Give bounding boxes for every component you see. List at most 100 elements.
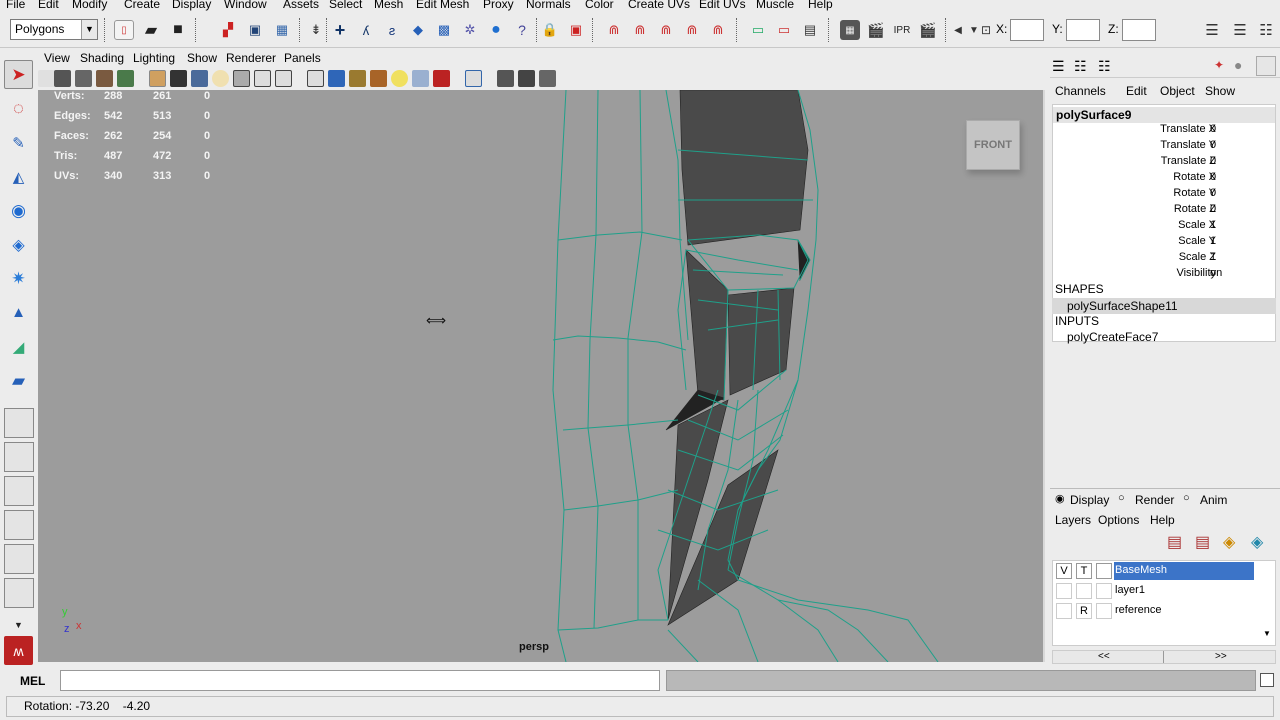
- attribute-editor-icon[interactable]: ☰: [1202, 20, 1222, 40]
- selection-mask-icon[interactable]: ⇟: [306, 20, 326, 40]
- command-language-label[interactable]: MEL: [20, 674, 45, 688]
- input-node[interactable]: polyCreateFace7: [1067, 330, 1158, 344]
- menu-assets[interactable]: Assets: [283, 0, 319, 11]
- layout-menu-icon[interactable]: ▼: [4, 610, 33, 639]
- layout-single-icon[interactable]: [4, 408, 34, 438]
- safe-action-icon[interactable]: [254, 70, 271, 87]
- menu-modify[interactable]: Modify: [72, 0, 107, 11]
- snap-point-icon[interactable]: ⋒: [656, 20, 676, 40]
- perspective-viewport[interactable]: Verts: 288 261 0 Edges: 542 513 0 Faces:…: [38, 90, 1045, 662]
- two-sided-lighting-icon[interactable]: [539, 70, 556, 87]
- layer-color-swatch[interactable]: [1096, 583, 1112, 599]
- new-scene-icon[interactable]: ▯: [114, 20, 134, 40]
- film-gate-icon[interactable]: [170, 70, 187, 87]
- anim-radio-icon[interactable]: ○: [1183, 492, 1190, 504]
- panel-menu-renderer[interactable]: Renderer: [226, 51, 276, 65]
- menu-normals[interactable]: Normals: [526, 0, 571, 11]
- grid-icon[interactable]: [149, 70, 166, 87]
- move-layer-down-icon[interactable]: ▤: [1195, 532, 1210, 552]
- shading-ball-icon[interactable]: ●: [1234, 57, 1242, 73]
- menu-color[interactable]: Color: [585, 0, 614, 11]
- attribute-value[interactable]: 0: [1210, 155, 1216, 167]
- menu-display[interactable]: Display: [172, 0, 211, 11]
- bookmarks-icon[interactable]: [96, 70, 113, 87]
- attribute-value[interactable]: 1: [1210, 251, 1216, 263]
- z-field[interactable]: [1122, 19, 1156, 41]
- view-cube[interactable]: FRONT: [966, 120, 1020, 170]
- new-empty-layer-icon[interactable]: ◈: [1223, 532, 1235, 552]
- select-camera-icon[interactable]: [54, 70, 71, 87]
- menu-edit-uvs[interactable]: Edit UVs: [699, 0, 746, 11]
- attribute-spread-icon[interactable]: ☷: [1098, 58, 1111, 75]
- universal-manipulator-icon[interactable]: ✷: [4, 264, 33, 293]
- panel-menu-show[interactable]: Show: [187, 51, 217, 65]
- resolution-gate-icon[interactable]: [191, 70, 208, 87]
- show-manipulator-icon[interactable]: ◢: [4, 332, 33, 361]
- select-object-icon[interactable]: ▣: [245, 20, 265, 40]
- curve-mask-icon[interactable]: ƨ: [382, 20, 402, 40]
- input-output-icon[interactable]: ▭: [748, 20, 768, 40]
- new-layer-selected-icon[interactable]: ◈: [1251, 532, 1263, 552]
- scroll-left-button[interactable]: <<: [1098, 651, 1110, 662]
- scroll-right-button[interactable]: >>: [1215, 651, 1227, 662]
- layer-color-swatch[interactable]: [1096, 563, 1112, 579]
- display-radio-icon[interactable]: ◉: [1055, 492, 1065, 505]
- move-tool-icon[interactable]: ◭: [4, 162, 33, 191]
- ipr-icon[interactable]: IPR: [892, 20, 912, 40]
- attribute-value[interactable]: 0: [1210, 171, 1216, 183]
- render-current-frame-icon[interactable]: ▦: [840, 20, 860, 40]
- transform-icon[interactable]: ⊡: [976, 20, 996, 40]
- menu-edit[interactable]: Edit: [38, 0, 59, 11]
- image-plane-icon[interactable]: [117, 70, 134, 87]
- scale-tool-icon[interactable]: ◈: [4, 230, 33, 259]
- panel-menu-panels[interactable]: Panels: [284, 51, 321, 65]
- menu-help[interactable]: Help: [808, 0, 833, 11]
- channel-menu-edit[interactable]: Edit: [1126, 84, 1147, 98]
- render-layer-icon[interactable]: ✦: [1214, 58, 1224, 72]
- camera-attributes-icon[interactable]: [75, 70, 92, 87]
- render-view-icon[interactable]: ▤: [800, 20, 820, 40]
- wireframe-on-shaded-icon[interactable]: [349, 70, 366, 87]
- smooth-shade-icon[interactable]: [328, 70, 345, 87]
- misc-mask-icon[interactable]: ?: [512, 20, 532, 40]
- layer-row-basemesh[interactable]: V T BaseMesh: [1053, 561, 1275, 581]
- layout-hypershade-icon[interactable]: [4, 544, 34, 574]
- safe-title-icon[interactable]: [275, 70, 292, 87]
- display-type-toggle[interactable]: R: [1076, 603, 1092, 619]
- attribute-value[interactable]: 0: [1210, 139, 1216, 151]
- attribute-value[interactable]: on: [1210, 267, 1222, 279]
- snap-live-surface-icon[interactable]: ⋒: [708, 20, 728, 40]
- deformer-mask-icon[interactable]: ✲: [460, 20, 480, 40]
- layer-editor-icon[interactable]: ☷: [1074, 58, 1087, 75]
- command-input[interactable]: [60, 670, 660, 691]
- mode-select[interactable]: Polygons ▼: [10, 19, 98, 40]
- render-settings-icon[interactable]: 🎬: [918, 20, 938, 40]
- snap-view-plane-icon[interactable]: ⋒: [682, 20, 702, 40]
- field-chart-icon[interactable]: [233, 70, 250, 87]
- layer-row-reference[interactable]: R reference: [1053, 601, 1275, 621]
- use-lights-icon[interactable]: [391, 70, 408, 87]
- layer-menu-layers[interactable]: Layers: [1055, 513, 1091, 527]
- attribute-value[interactable]: 1: [1210, 219, 1216, 231]
- menu-proxy[interactable]: Proxy: [483, 0, 514, 11]
- gate-mask-icon[interactable]: [212, 70, 229, 87]
- vertex-mask-icon[interactable]: +: [330, 20, 350, 40]
- layer-row-layer1[interactable]: layer1: [1053, 581, 1275, 601]
- highlight-selection-icon[interactable]: ▣: [566, 20, 586, 40]
- layout-four-icon[interactable]: [4, 442, 34, 472]
- channel-object-row[interactable]: polySurface9: [1053, 107, 1275, 123]
- textured-icon[interactable]: [370, 70, 387, 87]
- menu-select[interactable]: Select: [329, 0, 362, 11]
- layout-graph-icon[interactable]: [4, 510, 34, 540]
- visibility-toggle[interactable]: [1056, 583, 1072, 599]
- muscle-icon[interactable]: ʍ: [4, 636, 33, 665]
- save-scene-icon[interactable]: ■: [168, 20, 188, 40]
- layer-horizontal-scroll[interactable]: << >>: [1052, 650, 1276, 664]
- select-tool-icon[interactable]: ➤: [4, 60, 33, 89]
- open-scene-icon[interactable]: ▰: [141, 20, 161, 40]
- render-mask-icon[interactable]: ●: [486, 20, 506, 40]
- attribute-value[interactable]: 0: [1210, 123, 1216, 135]
- channel-box-toggle-icon[interactable]: ☷: [1256, 20, 1276, 40]
- channel-menu-show[interactable]: Show: [1205, 84, 1235, 98]
- channel-box-icon[interactable]: ☰: [1052, 58, 1065, 75]
